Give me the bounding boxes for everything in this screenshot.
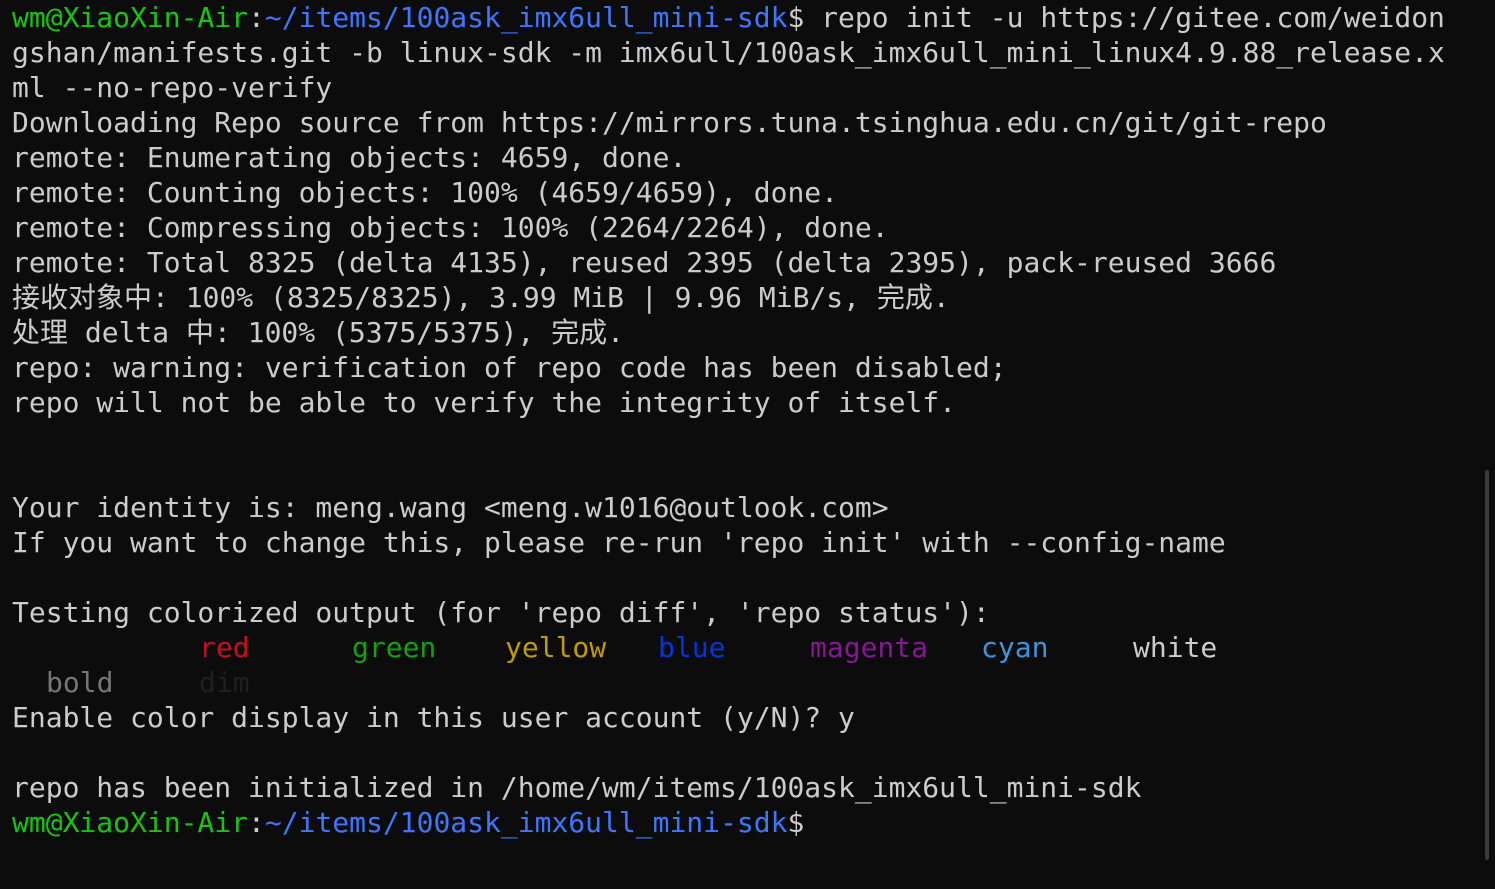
output-line: Testing colorized output (for 'repo diff… <box>12 596 990 629</box>
prompt-colon: : <box>248 1 265 34</box>
command-text: repo init -u https://gitee.com/weidon <box>804 1 1445 34</box>
prompt-user-host: wm@XiaoXin-Air <box>12 1 249 34</box>
prompt-dollar: $ <box>787 1 805 34</box>
output-line: remote: Counting objects: 100% (4659/465… <box>12 176 839 209</box>
prompt-path: ~/items/100ask_imx6ull_mini-sdk <box>264 1 788 34</box>
color-sample-green: green <box>352 631 437 664</box>
output-line: repo will not be able to verify the inte… <box>12 386 957 419</box>
output-line: remote: Enumerating objects: 4659, done. <box>12 141 687 174</box>
command-continuation: ml --no-repo-verify <box>12 71 333 104</box>
color-sample-blue: blue <box>658 631 726 664</box>
prompt-user-host: wm@XiaoXin-Air <box>12 806 249 839</box>
command-line: wm@XiaoXin-Air:~/items/100ask_imx6ull_mi… <box>12 0 1472 35</box>
terminal-window[interactable]: wm@XiaoXin-Air:~/items/100ask_imx6ull_mi… <box>12 0 1472 889</box>
output-line: If you want to change this, please re-ru… <box>12 526 1226 559</box>
output-line: repo has been initialized in /home/wm/it… <box>12 771 1142 804</box>
color-sample-yellow: yellow <box>505 631 607 664</box>
color-sample-red: red <box>199 631 250 664</box>
prompt-colon: : <box>248 806 265 839</box>
output-line: Enable color display in this user accoun… <box>12 701 855 734</box>
prompt-path: ~/items/100ask_imx6ull_mini-sdk <box>264 806 788 839</box>
color-sample-white: white <box>1133 631 1218 664</box>
scrollbar-thumb[interactable] <box>1485 470 1489 860</box>
prompt-dollar: $ <box>787 806 805 839</box>
output-line: remote: Total 8325 (delta 4135), reused … <box>12 246 1277 279</box>
color-sample-dim: dim <box>199 666 250 699</box>
output-line: 接收对象中: 100% (8325/8325), 3.99 MiB | 9.96… <box>12 281 950 314</box>
color-sample-bold: bold <box>46 666 114 699</box>
color-sample-cyan: cyan <box>981 631 1049 664</box>
output-line: Downloading Repo source from https://mir… <box>12 106 1327 139</box>
current-prompt[interactable]: wm@XiaoXin-Air:~/items/100ask_imx6ull_mi… <box>12 805 1472 840</box>
command-continuation: gshan/manifests.git -b linux-sdk -m imx6… <box>12 36 1445 69</box>
output-line: Your identity is: meng.wang <meng.w1016@… <box>12 491 889 524</box>
output-line: 处理 delta 中: 100% (5375/5375), 完成. <box>12 316 625 349</box>
color-test-row: red green yellow blue magenta cyan white <box>12 630 1472 665</box>
color-test-row: bold dim <box>12 665 1472 700</box>
output-line: remote: Compressing objects: 100% (2264/… <box>12 211 889 244</box>
output-line: repo: warning: verification of repo code… <box>12 351 1007 384</box>
color-sample-magenta: magenta <box>810 631 929 664</box>
